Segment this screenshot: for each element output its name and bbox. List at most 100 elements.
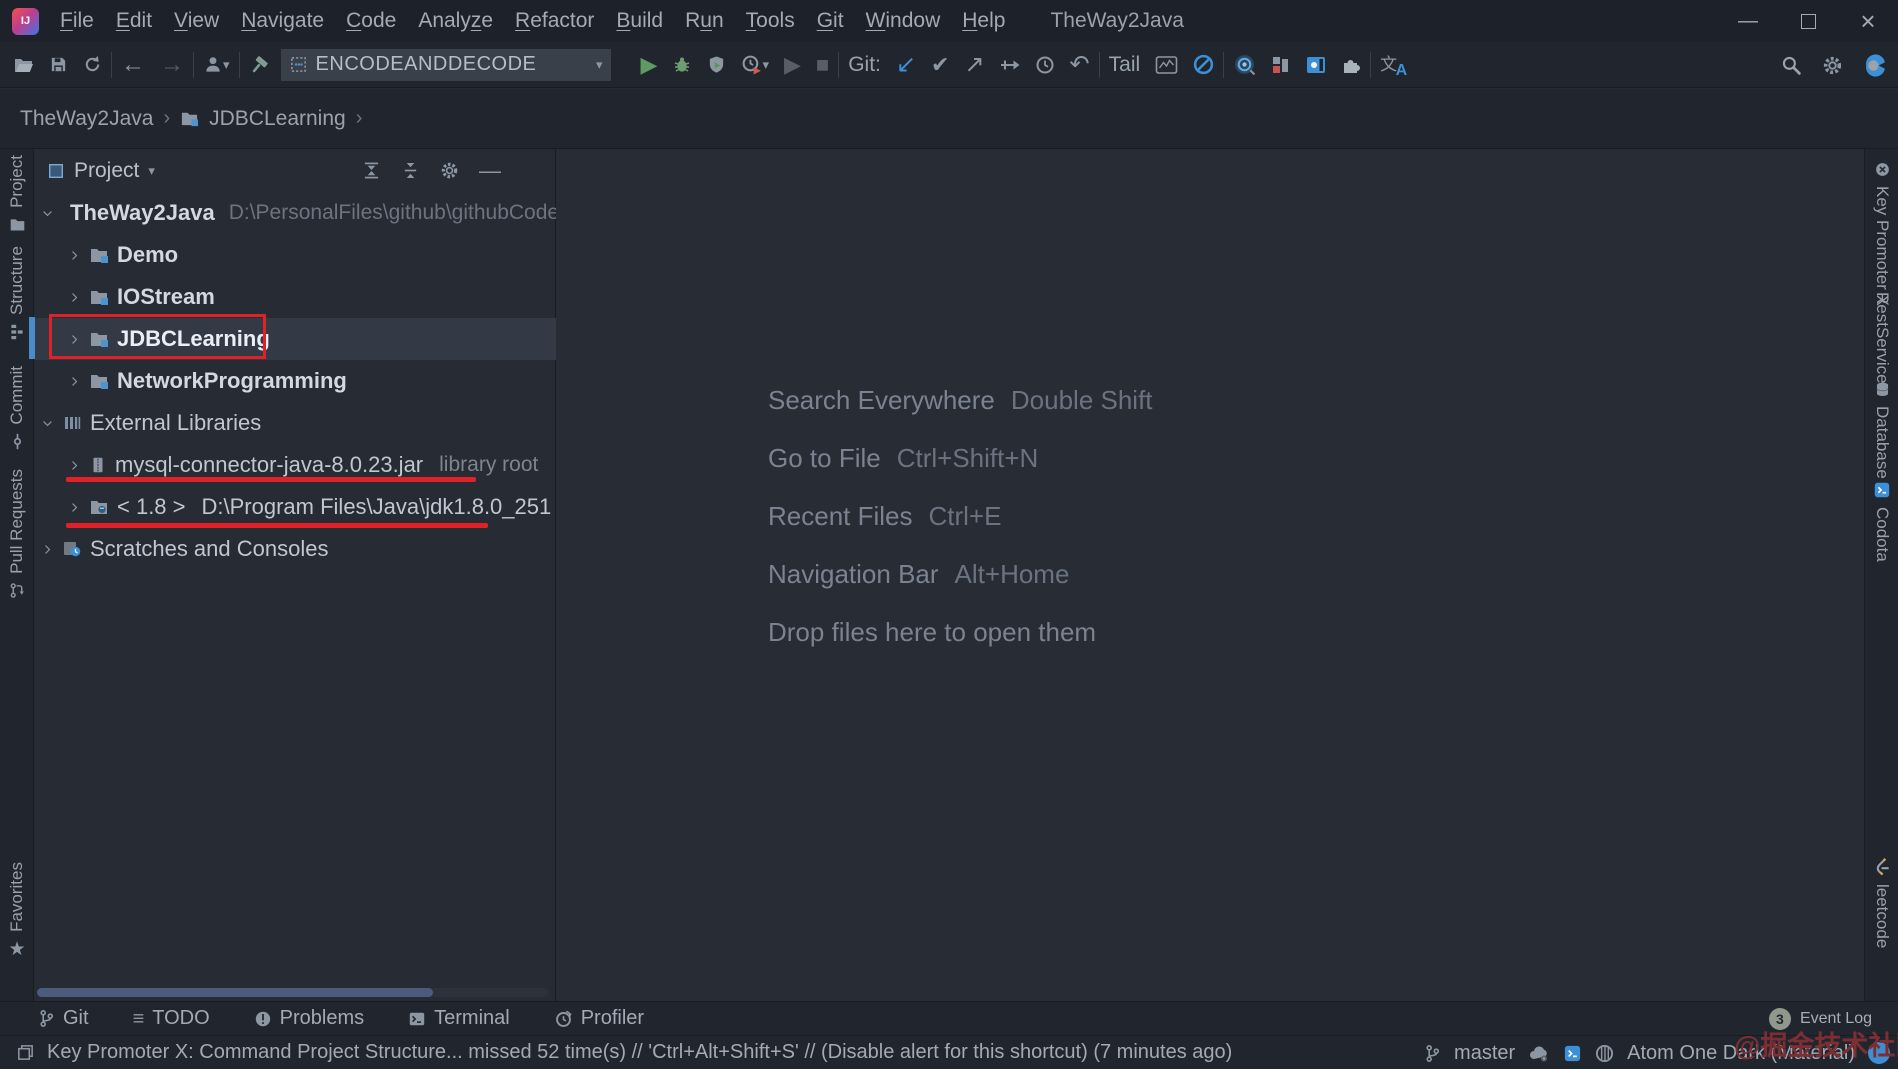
shortcut-keys: Alt+Home — [955, 559, 1070, 590]
translate-latin-icon: A — [1396, 62, 1408, 80]
user-profile-button[interactable]: ▾ — [203, 55, 230, 74]
chevron-collapsed-icon[interactable] — [68, 291, 81, 304]
debug-button[interactable] — [672, 55, 692, 75]
tool-stripe-commit[interactable]: Commit — [0, 366, 34, 450]
run-button[interactable]: ▶ — [641, 54, 658, 76]
close-button[interactable]: × — [1838, 0, 1898, 42]
tree-item-scratches[interactable]: Scratches and Consoles — [35, 528, 556, 570]
close-icon: × — [1860, 6, 1875, 37]
chevron-collapsed-icon[interactable] — [41, 543, 54, 556]
tree-item-networkprogramming[interactable]: NetworkProgramming — [35, 360, 556, 402]
hide-panel-button[interactable]: — — [479, 160, 501, 182]
codota-search-button[interactable] — [1233, 53, 1256, 76]
translate-button[interactable]: 文 A — [1380, 52, 1406, 78]
tool-stripe-restservices[interactable]: RestServices — [1865, 292, 1898, 392]
shortcut-action: Navigation Bar — [768, 559, 939, 590]
tool-stripe-database[interactable]: Database — [1865, 381, 1898, 479]
profiler-button[interactable]: ▾ — [741, 54, 769, 75]
cherry-pick-button[interactable] — [1000, 55, 1020, 75]
menu-run[interactable]: Run — [674, 0, 735, 42]
tool-button-todo[interactable]: ≡ TODO — [133, 1007, 210, 1030]
codota-icon[interactable] — [1563, 1044, 1582, 1063]
tool-button-label: TODO — [152, 1007, 209, 1030]
git-update-button[interactable]: ↙ — [896, 53, 916, 77]
ide-features-trainer-button[interactable] — [1863, 54, 1888, 77]
maximize-button[interactable] — [1778, 0, 1838, 42]
chevron-expanded-icon[interactable] — [41, 207, 54, 220]
chevron-collapsed-icon[interactable] — [68, 501, 81, 514]
horizontal-scrollbar-thumb[interactable] — [37, 988, 433, 997]
window-controls: — × — [1718, 0, 1898, 42]
push-arrow-icon: ↗ — [964, 53, 984, 77]
database-status-icon[interactable] — [1595, 1044, 1614, 1063]
tree-item-external-libraries[interactable]: External Libraries — [35, 402, 556, 444]
menu-navigate[interactable]: Navigate — [230, 0, 335, 42]
search-everywhere-button[interactable] — [1781, 55, 1802, 76]
tool-stripe-leetcode[interactable]: leetcode — [1865, 857, 1898, 948]
back-button[interactable]: ← — [121, 53, 145, 77]
tool-button-problems[interactable]: Problems — [254, 1007, 364, 1030]
tool-button-terminal[interactable]: Terminal — [408, 1007, 510, 1030]
git-commit-button[interactable]: ✔ — [931, 54, 949, 76]
tool-stripe-pull-requests[interactable]: Pull Requests — [0, 469, 34, 599]
chevron-collapsed-icon[interactable] — [68, 459, 81, 472]
chevron-expanded-icon[interactable] — [41, 417, 54, 430]
sync-button[interactable] — [83, 55, 102, 74]
build-button[interactable] — [249, 55, 269, 75]
settings-button[interactable] — [1822, 55, 1843, 76]
forward-button[interactable]: → — [160, 53, 184, 77]
rollback-button[interactable]: ↶ — [1070, 53, 1090, 77]
update-project-icon: ↙ — [896, 53, 916, 77]
menu-help[interactable]: Help — [951, 0, 1016, 42]
restore-tool-windows-icon[interactable] — [16, 1043, 35, 1062]
history-button[interactable] — [1035, 55, 1055, 75]
menu-git[interactable]: Git — [806, 0, 855, 42]
tool-stripe-key-promoter[interactable]: Key Promoter X — [1865, 161, 1898, 306]
shield-icon — [707, 55, 726, 75]
tool-stripe-favorites[interactable]: Favorites ★ — [0, 862, 34, 959]
horizontal-scrollbar-track[interactable] — [37, 988, 549, 997]
menu-code[interactable]: Code — [335, 0, 407, 42]
menu-view[interactable]: View — [163, 0, 230, 42]
tail-chart-button[interactable] — [1155, 55, 1178, 75]
open-button[interactable] — [14, 55, 34, 75]
menu-analyze[interactable]: Analyze — [407, 0, 504, 42]
git-push-button[interactable]: ↗ — [964, 53, 984, 77]
tree-item-theway2java[interactable]: TheWay2Java D:\PersonalFiles\github\gith… — [35, 192, 556, 234]
menu-window[interactable]: Window — [855, 0, 952, 42]
plugin-button[interactable] — [1341, 55, 1361, 75]
color-blocks-button[interactable] — [1271, 55, 1291, 75]
run-disabled-button[interactable]: ▶ — [784, 54, 801, 76]
tree-item-iostream[interactable]: IOStream — [35, 276, 556, 318]
menu-build[interactable]: Build — [605, 0, 674, 42]
git-branch-widget[interactable]: master — [1454, 1042, 1515, 1065]
tool-button-git[interactable]: Git — [38, 1007, 89, 1030]
chevron-down-icon[interactable]: ▾ — [148, 164, 155, 177]
menu-edit[interactable]: Edit — [105, 0, 163, 42]
expand-all-button[interactable] — [362, 162, 381, 179]
tree-item-demo[interactable]: Demo — [35, 234, 556, 276]
collapse-all-button[interactable] — [401, 162, 420, 179]
tail-disable-button[interactable] — [1193, 54, 1214, 75]
minimize-button[interactable]: — — [1718, 0, 1778, 42]
save-all-button[interactable] — [49, 55, 68, 74]
tree-item-jdk[interactable]: < 1.8 > D:\Program Files\Java\jdk1.8.0_2… — [35, 486, 556, 528]
status-message[interactable]: Key Promoter X: Command Project Structur… — [47, 1041, 1232, 1064]
tool-stripe-codota[interactable]: Codota — [1865, 481, 1898, 562]
project-panel-title[interactable]: Project — [74, 159, 139, 183]
cloud-sync-icon[interactable] — [1528, 1043, 1550, 1063]
panel-settings-button[interactable] — [440, 161, 459, 180]
breadcrumb-current[interactable]: JDBCLearning — [209, 107, 346, 131]
window-tool-button[interactable] — [1306, 55, 1326, 75]
menu-tools[interactable]: Tools — [735, 0, 806, 42]
tool-stripe-project[interactable]: Project — [0, 155, 34, 233]
chevron-collapsed-icon[interactable] — [68, 249, 81, 262]
chevron-collapsed-icon[interactable] — [68, 375, 81, 388]
run-configuration-select[interactable]: ENCODEANDDECODE ▾ — [281, 49, 611, 81]
stop-button[interactable]: ■ — [816, 54, 829, 76]
menu-refactor[interactable]: Refactor — [504, 0, 605, 42]
coverage-button[interactable] — [707, 55, 726, 75]
menu-file[interactable]: File — [49, 0, 105, 42]
breadcrumb-root[interactable]: TheWay2Java — [20, 107, 153, 131]
tool-button-profiler[interactable]: Profiler — [554, 1007, 644, 1030]
